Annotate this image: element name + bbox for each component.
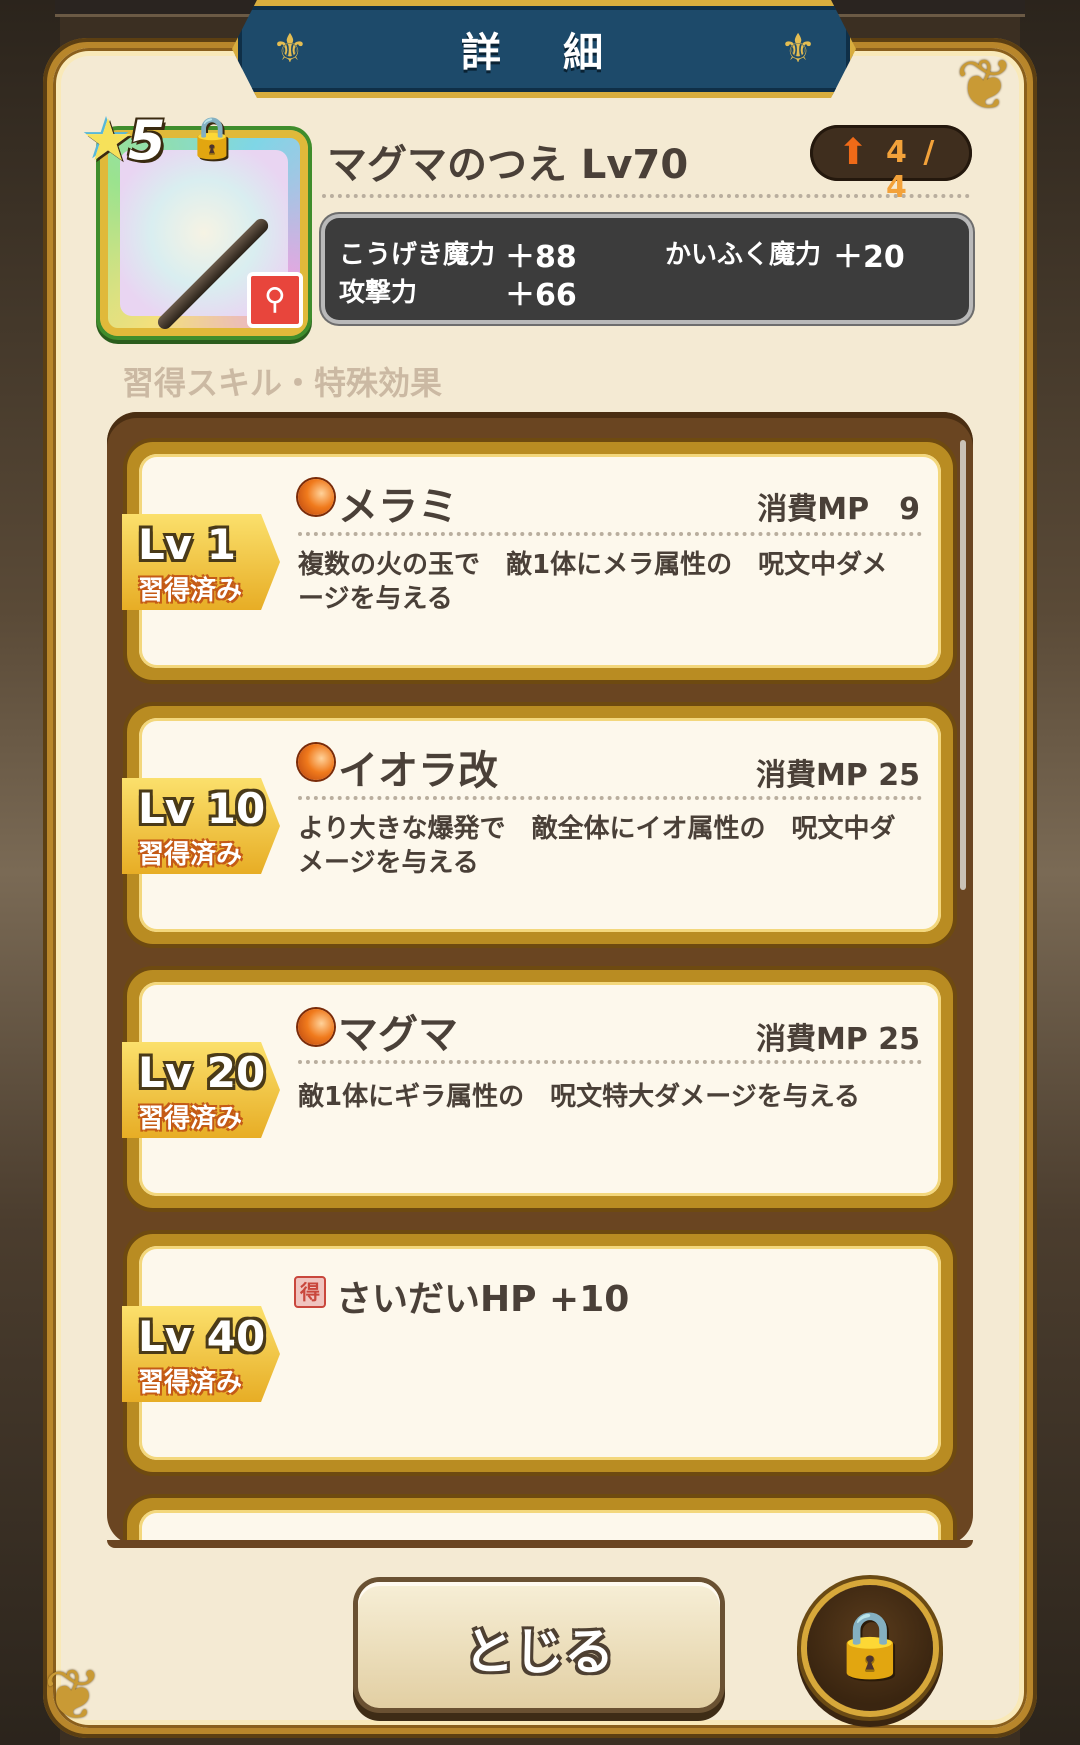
skill-name: メラミ bbox=[338, 484, 458, 530]
corner-ornament-icon: ❦ bbox=[43, 1654, 103, 1736]
title-banner: ⚜ 詳 細 ⚜ bbox=[232, 0, 856, 98]
learned-status: 習得済み bbox=[138, 1368, 243, 1398]
level-label: Lv 40 bbox=[138, 1312, 266, 1361]
skill-description: 複数の火の玉で 敵1体にメラ属性の 呪文中ダメージを与える bbox=[298, 550, 888, 614]
scrollbar[interactable] bbox=[960, 440, 966, 890]
fleur-icon: ⚜ bbox=[780, 26, 816, 72]
special-effect-icon: 得 bbox=[294, 1276, 326, 1308]
level-badge: Lv 40 習得済み bbox=[122, 1306, 280, 1402]
item-name: マグマのつえ Lv70 bbox=[327, 142, 689, 188]
close-button[interactable]: とじる bbox=[358, 1582, 720, 1708]
upgrade-badge: ⬆ 4 / 4 bbox=[810, 125, 972, 205]
skill-name: マグマ bbox=[338, 1012, 458, 1058]
divider bbox=[298, 532, 922, 536]
spell-orb-icon bbox=[298, 744, 334, 780]
close-button-label: とじる bbox=[464, 1623, 614, 1681]
skill-mp-cost: 消費MP 9 bbox=[757, 492, 920, 527]
stat-label: かいふく魔力 bbox=[665, 240, 822, 270]
rarity-rank: ★ 5 bbox=[82, 106, 166, 174]
divider bbox=[298, 796, 922, 800]
level-badge: Lv 1 習得済み bbox=[122, 514, 280, 610]
learned-status: 習得済み bbox=[138, 576, 243, 606]
divider bbox=[298, 1060, 922, 1064]
stat-value: ＋66 bbox=[505, 278, 577, 313]
lock-icon: 🔒 bbox=[187, 115, 237, 161]
stat-label: こうげき魔力 bbox=[339, 240, 496, 270]
card-body bbox=[139, 1510, 941, 1544]
list-item bbox=[127, 1498, 953, 1544]
lock-button[interactable]: 🔒 bbox=[807, 1585, 933, 1711]
wand-type-icon: ⚲ bbox=[247, 272, 303, 328]
skill-description: 敵1体にギラ属性の 呪文特大ダメージを与える bbox=[298, 1082, 861, 1112]
level-badge: Lv 20 習得済み bbox=[122, 1042, 280, 1138]
skill-description: より大きな爆発で 敵全体にイオ属性の 呪文中ダメージを与える bbox=[298, 814, 896, 878]
stat-value: ＋20 bbox=[833, 240, 905, 275]
star-icon: ★ bbox=[82, 106, 134, 174]
divider bbox=[322, 194, 970, 198]
learned-status: 習得済み bbox=[138, 1104, 243, 1134]
stat-label: 攻撃力 bbox=[339, 278, 418, 308]
level-label: Lv 20 bbox=[138, 1048, 266, 1097]
skill-name: さいだいHP +10 bbox=[336, 1279, 630, 1320]
stats-panel: こうげき魔力 ＋88 かいふく魔力 ＋20 攻撃力 ＋66 bbox=[325, 218, 969, 320]
corner-ornament-icon: ❦ bbox=[955, 44, 1015, 126]
spell-orb-icon bbox=[298, 1009, 334, 1045]
arrow-up-icon: ⬆ bbox=[838, 132, 869, 173]
level-label: Lv 10 bbox=[138, 784, 266, 833]
skill-name: イオラ改 bbox=[338, 748, 498, 794]
spell-orb-icon bbox=[298, 479, 334, 515]
list-bottom-edge bbox=[107, 1540, 973, 1548]
skill-mp-cost: 消費MP 25 bbox=[755, 758, 920, 793]
section-label: 習得スキル・特殊効果 bbox=[122, 364, 443, 402]
lock-icon: 🔒 bbox=[830, 1608, 910, 1682]
learned-status: 習得済み bbox=[138, 840, 243, 870]
level-badge: Lv 10 習得済み bbox=[122, 778, 280, 874]
skill-mp-cost: 消費MP 25 bbox=[755, 1022, 920, 1057]
dialog-title: 詳 細 bbox=[461, 30, 627, 76]
level-label: Lv 1 bbox=[138, 520, 236, 569]
rarity-number: 5 bbox=[128, 108, 166, 172]
